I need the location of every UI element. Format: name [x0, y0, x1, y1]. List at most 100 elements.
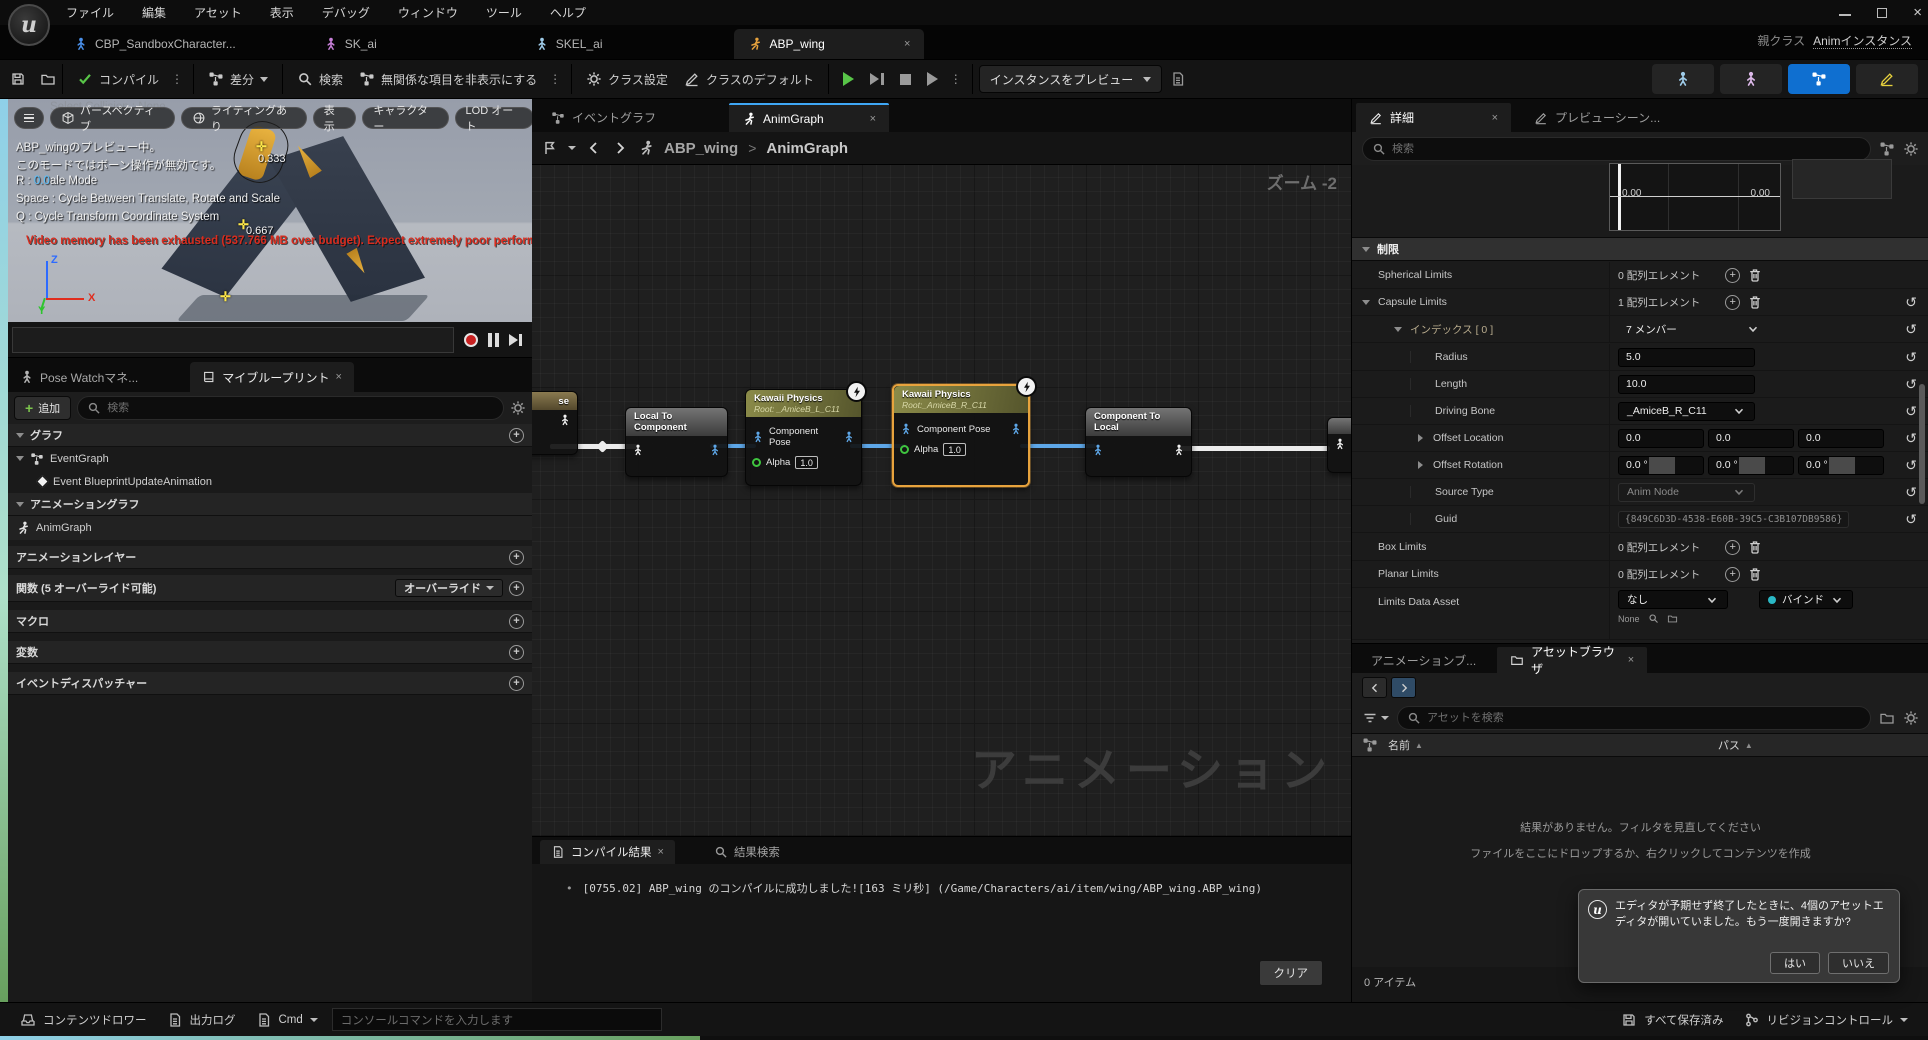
menu-window[interactable]: ウィンドウ — [384, 0, 472, 25]
pose-input-pin-icon[interactable] — [632, 444, 644, 456]
tab-close-icon[interactable]: × — [658, 846, 664, 858]
item-eventgraph[interactable]: EventGraph — [8, 447, 532, 470]
alpha-value-input[interactable]: 1.0 — [943, 443, 966, 456]
browse-icon[interactable] — [40, 71, 56, 87]
add-element-icon[interactable]: + — [1725, 567, 1740, 582]
hide-unrelated-options-icon[interactable]: ⋮ — [545, 72, 565, 86]
details-search-input[interactable] — [1392, 143, 1861, 155]
class-settings-button[interactable]: クラス設定 — [578, 64, 676, 94]
viewport-menu-button[interactable] — [14, 107, 44, 129]
add-button[interactable]: +追加 — [14, 396, 71, 420]
minimize-button[interactable] — [1839, 9, 1851, 16]
offset-location-y-input[interactable]: 0.0 — [1708, 429, 1794, 448]
tab-compile-results[interactable]: コンパイル結果 × — [540, 840, 675, 864]
browser-settings-gear-icon[interactable] — [1903, 710, 1919, 726]
class-defaults-button[interactable]: クラスのデフォルト — [676, 64, 822, 94]
section-event-dispatchers[interactable]: イベントディスパッチャー+ — [8, 672, 532, 695]
history-back-button[interactable] — [1362, 677, 1387, 698]
output-log-button[interactable]: 出力ログ — [157, 1012, 246, 1028]
save-all-status[interactable]: すべて保存済み — [1611, 1012, 1733, 1028]
tab-cbp-sandboxcharacter[interactable]: CBP_SandboxCharacter... — [60, 29, 250, 59]
add-element-icon[interactable]: + — [1725, 295, 1740, 310]
add-function-icon[interactable]: + — [509, 581, 524, 596]
rotation-drag-grip[interactable] — [1739, 457, 1765, 474]
alpha-pin-icon[interactable] — [752, 458, 761, 467]
add-element-icon[interactable]: + — [1725, 268, 1740, 283]
add-macro-icon[interactable]: + — [509, 614, 524, 629]
add-layer-icon[interactable]: + — [509, 550, 524, 565]
menu-view[interactable]: 表示 — [256, 0, 308, 25]
node-kawaii-physics-left[interactable]: Kawaii Physics Root: _AmiceB_L_C11 Compo… — [745, 389, 862, 486]
length-input[interactable]: 10.0 — [1618, 375, 1755, 394]
tab-find-results[interactable]: 結果検索 — [703, 840, 791, 864]
show-dropdown[interactable]: 表示 — [313, 107, 357, 129]
my-blueprint-search[interactable] — [77, 396, 504, 420]
menu-tools[interactable]: ツール — [472, 0, 536, 25]
dialog-yes-button[interactable]: はい — [1770, 952, 1820, 974]
tab-animation-blueprint[interactable]: アニメーションブ... — [1358, 647, 1489, 673]
trash-icon[interactable] — [1747, 566, 1763, 582]
list-settings-gear-icon[interactable] — [510, 400, 526, 416]
history-forward-button[interactable] — [1391, 677, 1416, 698]
offset-rotation-y-input[interactable]: 0.0 ° — [1708, 456, 1794, 475]
tab-asset-browser[interactable]: アセットブラウザ × — [1497, 647, 1647, 673]
pose-input-pin-icon[interactable] — [1092, 444, 1104, 456]
pose-input-pin-icon[interactable] — [752, 431, 764, 443]
tab-sk-ai[interactable]: SK_ai — [310, 29, 391, 59]
pause-button[interactable] — [488, 333, 499, 347]
section-graphs[interactable]: グラフ+ — [8, 424, 532, 447]
alpha-value-input[interactable]: 1.0 — [795, 456, 818, 469]
nav-back-icon[interactable] — [586, 140, 602, 156]
node-clipped-right[interactable] — [1327, 417, 1351, 473]
pose-output-pin-icon[interactable] — [843, 431, 855, 443]
pose-pin-icon[interactable] — [559, 414, 571, 426]
reroute-node[interactable] — [596, 440, 609, 453]
dialog-no-button[interactable]: いいえ — [1828, 952, 1889, 974]
pose-output-pin-icon[interactable] — [1173, 444, 1185, 456]
rotation-drag-grip[interactable] — [1649, 457, 1675, 474]
graph-canvas[interactable]: ズーム -2 アニメーション se Local To Component — [532, 165, 1351, 836]
diff-button[interactable]: 差分 — [200, 64, 276, 94]
trash-icon[interactable] — [1747, 294, 1763, 310]
display-options-icon[interactable] — [1879, 141, 1895, 157]
reset-to-default-icon[interactable]: ↺ — [1905, 430, 1917, 447]
save-icon[interactable] — [10, 71, 26, 87]
play-options-icon[interactable]: ⋮ — [946, 72, 966, 86]
pose-output-pin-icon[interactable] — [709, 444, 721, 456]
my-blueprint-search-input[interactable] — [107, 402, 494, 414]
tab-preview-scene[interactable]: プレビューシーン... — [1521, 103, 1673, 132]
members-dropdown[interactable]: 7 メンバー — [1618, 320, 1768, 339]
section-functions[interactable]: 関数 (5 オーバーライド可能) オーバーライド + — [8, 575, 532, 602]
breadcrumb-current[interactable]: AnimGraph — [766, 140, 848, 157]
filter-dropdown[interactable] — [1362, 710, 1389, 726]
tab-close-icon[interactable]: × — [1628, 654, 1634, 666]
play-button[interactable] — [835, 64, 862, 94]
scrub-track[interactable] — [12, 327, 454, 353]
override-dropdown[interactable]: オーバーライド — [395, 579, 503, 597]
reset-to-default-icon[interactable]: ↺ — [1905, 457, 1917, 474]
nav-forward-icon[interactable] — [612, 140, 628, 156]
tab-skel-ai[interactable]: SKEL_ai — [521, 29, 617, 59]
offset-rotation-x-input[interactable]: 0.0 ° — [1618, 456, 1704, 475]
mode-animation-button[interactable] — [1856, 64, 1918, 94]
add-graph-icon[interactable]: + — [509, 428, 524, 443]
preview-viewport[interactable]: ✛ ✛ ✛ 0.333 0.667 Select Collision : Non… — [8, 99, 532, 322]
mode-mesh-button[interactable] — [1720, 64, 1782, 94]
tab-details[interactable]: 詳細 × — [1356, 103, 1511, 132]
compile-options-icon[interactable]: ⋮ — [167, 72, 187, 86]
breadcrumb-root[interactable]: ABP_wing — [664, 140, 738, 157]
pose-pin-icon[interactable] — [1334, 438, 1346, 450]
column-path[interactable]: パス▲ — [1718, 737, 1753, 753]
add-dispatcher-icon[interactable]: + — [509, 676, 524, 691]
node-component-to-local[interactable]: Component To Local — [1085, 407, 1192, 477]
asset-search[interactable] — [1397, 706, 1871, 730]
menu-debug[interactable]: デバッグ — [308, 0, 384, 25]
menu-file[interactable]: ファイル — [52, 0, 128, 25]
compile-button[interactable]: コンパイル — [69, 64, 167, 94]
section-macros[interactable]: マクロ+ — [8, 610, 532, 633]
maximize-button[interactable] — [1877, 8, 1887, 18]
stop-button[interactable] — [892, 64, 919, 94]
perspective-dropdown[interactable]: パースペクティブ — [50, 107, 175, 129]
record-button[interactable] — [464, 333, 478, 347]
lod-dropdown[interactable]: LOD オート — [455, 107, 532, 129]
